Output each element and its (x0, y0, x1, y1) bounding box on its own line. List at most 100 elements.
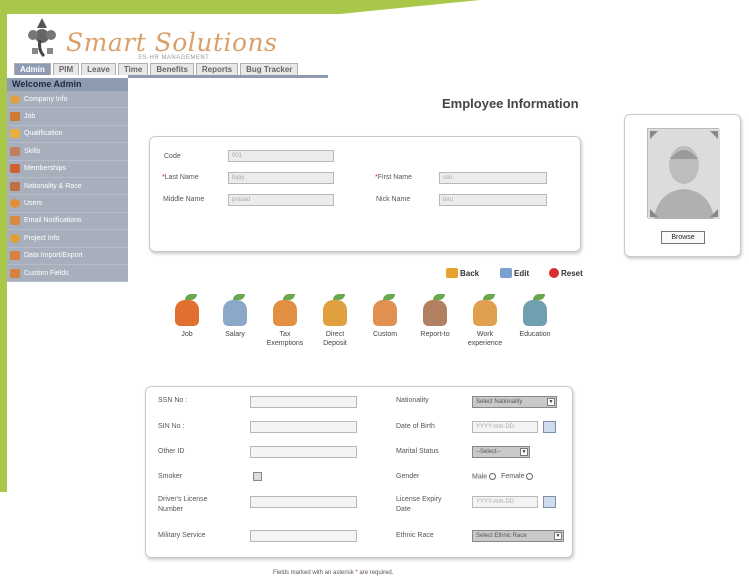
sidebar-item-data-import-export[interactable]: Data Import/Export (7, 247, 128, 265)
brand-name: Smart Solutions (66, 28, 278, 57)
last-name-field[interactable]: bijay (228, 172, 334, 184)
project-icon (10, 233, 20, 243)
tax-exemptions-icon (273, 294, 297, 326)
marital-status-select-value: --Select-- (476, 449, 501, 455)
license-expiry-label: License Expiry Date (396, 496, 442, 513)
tab-admin[interactable]: Admin (14, 63, 51, 75)
reset-stop-icon (549, 268, 559, 278)
marital-status-select[interactable]: --Select-- ▼ (472, 446, 530, 458)
top-tabs: Admin PIM Leave Time Benefits Reports Bu… (14, 63, 299, 75)
edit-button[interactable]: Edit (500, 268, 529, 278)
other-id-field[interactable] (250, 446, 357, 458)
module-job[interactable]: Job (162, 294, 212, 339)
military-service-label: Military Service (158, 532, 206, 539)
tab-bug-tracker[interactable]: Bug Tracker (240, 63, 299, 75)
module-custom[interactable]: Custom (360, 294, 410, 339)
ethnic-race-select-value: Select Ethnic Race (476, 533, 527, 539)
sidebar-item-job[interactable]: Job (7, 108, 128, 126)
drivers-license-label-line1: Driver's License (158, 496, 208, 503)
import-export-icon (10, 251, 20, 261)
tab-leave[interactable]: Leave (81, 63, 116, 75)
license-expiry-field[interactable]: YYYY-mm-DD (472, 496, 538, 508)
sin-label: SIN No : (158, 423, 185, 430)
sidebar-item-label: Users (24, 200, 43, 208)
military-service-field[interactable] (250, 530, 357, 542)
nick-name-field[interactable]: biru (439, 194, 547, 206)
nationality-label: Nationality (396, 397, 429, 404)
sidebar-item-label: Email Notifications (24, 217, 82, 225)
folder-icon (10, 129, 20, 139)
tab-underline (128, 75, 328, 78)
job-icon (10, 112, 20, 122)
module-direct-deposit[interactable]: Direct Deposit (310, 294, 360, 348)
first-name-label: *First Name (375, 174, 412, 181)
ganesha-logo-icon (28, 18, 56, 58)
sidebar-item-users[interactable]: Users (7, 195, 128, 213)
first-name-field[interactable]: ssh (439, 172, 547, 184)
license-expiry-label-line1: License Expiry (396, 496, 442, 503)
sidebar-item-label: Memberships (24, 165, 67, 173)
sidebar-item-qualification[interactable]: Qualification (7, 125, 128, 144)
sidebar-item-email-notifications[interactable]: Email Notifications (7, 212, 128, 231)
sidebar-item-label: Skills (24, 147, 41, 155)
salary-icon (223, 294, 247, 326)
back-button[interactable]: Back (446, 268, 479, 278)
card-icon (10, 164, 20, 174)
tab-reports[interactable]: Reports (195, 63, 239, 75)
module-label-2: Deposit (323, 340, 347, 347)
middle-name-field[interactable]: prasad (228, 194, 334, 206)
custom-fields-icon (10, 268, 20, 278)
drivers-license-label: Driver's License Number (158, 496, 208, 513)
sidebar-item-nationality-race[interactable]: Nationality & Race (7, 177, 128, 196)
magnifier-icon (10, 94, 20, 104)
module-report-to[interactable]: Report-to (410, 294, 460, 339)
dob-field[interactable]: YYYY-mm-DD (472, 421, 538, 433)
drivers-license-field[interactable] (250, 496, 357, 508)
ssn-field[interactable] (250, 396, 357, 408)
education-icon (523, 294, 547, 326)
ethnic-race-select[interactable]: Select Ethnic Race ▼ (472, 530, 564, 542)
sidebar-item-label: Qualification (24, 130, 63, 138)
gender-male-radio[interactable] (489, 473, 497, 480)
sidebar-item-custom-fields[interactable]: Custom Fields (7, 264, 128, 283)
chevron-down-icon: ▼ (520, 448, 528, 456)
calendar-icon[interactable] (543, 421, 556, 433)
sidebar-item-label: Job (24, 113, 36, 121)
calendar-icon[interactable] (543, 496, 556, 508)
module-salary[interactable]: Salary (210, 294, 260, 339)
gender-female-label: Female (501, 473, 525, 481)
smoker-checkbox[interactable] (253, 472, 262, 481)
sidebar-item-skills[interactable]: Skills (7, 143, 128, 161)
license-expiry-label-line2: Date (396, 506, 411, 513)
module-label: Job (181, 331, 193, 338)
module-label: Tax (279, 331, 291, 338)
report-to-icon (423, 294, 447, 326)
code-field[interactable]: 001 (228, 150, 334, 162)
nationality-select[interactable]: Select Nationality ▼ (472, 396, 557, 408)
back-button-label: Back (460, 268, 480, 278)
browse-button[interactable]: Browse (661, 231, 705, 244)
module-label: Direct (325, 331, 345, 338)
tab-pim[interactable]: PIM (52, 63, 80, 75)
module-tax-exemptions[interactable]: Tax Exemptions (260, 294, 310, 348)
tab-benefits[interactable]: Benefits (150, 63, 194, 75)
employee-photo (647, 128, 720, 219)
sidebar-item-label: Custom Fields (24, 269, 69, 277)
sidebar-item-project-info[interactable]: Project Info (7, 230, 128, 248)
sin-field[interactable] (250, 421, 357, 433)
footer-note-pre: Fields marked with an asterisk (273, 570, 356, 576)
module-work-experience[interactable]: Work experience (460, 294, 510, 348)
sidebar-menu: Company Info Job Qualification Skills Me… (7, 91, 128, 283)
sidebar-item-company-info[interactable]: Company Info (7, 91, 128, 109)
sidebar-item-memberships[interactable]: Memberships (7, 160, 128, 178)
left-accent-strip (0, 0, 7, 492)
tab-time[interactable]: Time (117, 63, 149, 75)
edit-button-label: Edit (514, 268, 530, 278)
module-label-2: Exemptions (266, 340, 304, 347)
gender-female-radio[interactable] (526, 473, 534, 480)
work-experience-icon (473, 294, 497, 326)
reset-button[interactable]: Reset (549, 268, 583, 278)
marital-status-label: Marital Status (396, 448, 439, 455)
module-education[interactable]: Education (510, 294, 560, 339)
user-icon (10, 199, 20, 209)
